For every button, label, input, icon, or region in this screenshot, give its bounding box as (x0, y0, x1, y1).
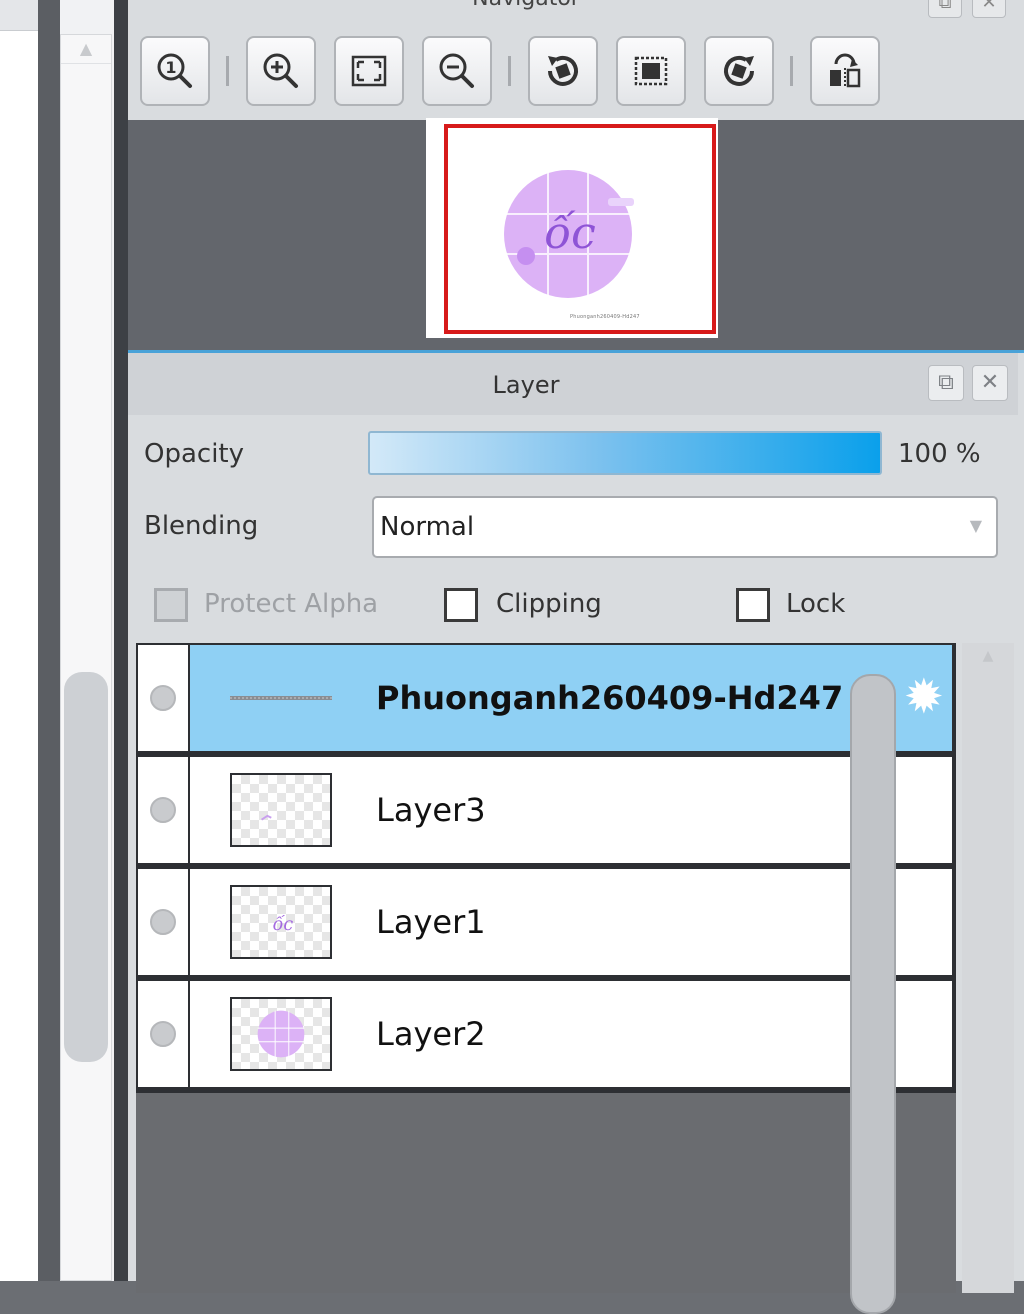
layer-visibility-toggle[interactable] (138, 981, 190, 1087)
layer-thumbnail: ốc (230, 885, 332, 959)
zoom-out-icon (439, 53, 474, 88)
clipping-label: Clipping (496, 589, 602, 619)
scroll-up-arrow-icon[interactable]: ▲ (962, 643, 1014, 669)
layer-row-body[interactable]: Phuonganh260409-Hd247 ✹ (190, 645, 952, 751)
flip-horizontal-icon (830, 53, 861, 88)
zoom-out-button[interactable] (422, 36, 492, 106)
layer-popout-button[interactable]: ⧉ (928, 365, 964, 401)
layer-visibility-toggle[interactable] (138, 757, 190, 863)
zoom-actual-size-button[interactable]: 1 (140, 36, 210, 106)
svg-text:1: 1 (165, 58, 176, 77)
layer-panel-title: Layer (492, 371, 560, 399)
layer-close-button[interactable]: ✕ (972, 365, 1008, 401)
reset-view-icon (634, 56, 668, 86)
blending-label: Blending (144, 511, 259, 541)
navigator-popout-button[interactable]: ⧉ (928, 0, 962, 18)
visibility-dot-icon (150, 1021, 176, 1047)
clipping-checkbox[interactable] (444, 588, 478, 622)
fit-window-icon (351, 55, 387, 87)
svg-text:ốc: ốc (273, 915, 294, 935)
left-scrollbar-thumb[interactable] (64, 672, 108, 1062)
lock-label: Lock (786, 589, 846, 619)
layer2-thumbnail-art (257, 1010, 305, 1058)
layer-row-layer3[interactable]: Layer3 (136, 755, 954, 865)
navigator-title: Navigator (128, 0, 924, 11)
layer-row-body[interactable]: Layer3 (190, 757, 952, 863)
chevron-down-icon: ▼ (969, 516, 982, 535)
layer1-thumbnail-art: ốc (273, 915, 294, 935)
layer-name: Layer1 (376, 903, 486, 941)
navigator-close-button[interactable]: ✕ (972, 0, 1006, 18)
layer-name: Layer3 (376, 791, 486, 829)
zoom-one-icon: 1 (157, 53, 192, 88)
opacity-value: 100 % (898, 439, 981, 469)
rotate-right-button[interactable] (704, 36, 774, 106)
blending-selected-value: Normal (380, 512, 475, 542)
gear-icon[interactable]: ✹ (904, 673, 944, 721)
flip-horizontal-button[interactable] (810, 36, 880, 106)
visibility-dot-icon (150, 685, 176, 711)
layer-row-phuonganh[interactable]: Phuonganh260409-Hd247 ✹ (136, 643, 954, 753)
toolbar-separator (790, 56, 793, 86)
text-layer-thumbnail (230, 696, 332, 700)
layer-thumbnail (230, 997, 332, 1071)
navigator-view-frame[interactable] (444, 124, 716, 334)
opacity-label: Opacity (144, 439, 245, 469)
layer-row-body[interactable]: Layer2 (190, 981, 952, 1087)
layer-row-body[interactable]: ốc Layer1 (190, 869, 952, 975)
left-panel (0, 0, 118, 1281)
layer3-thumbnail-art (261, 814, 272, 821)
visibility-dot-icon (150, 909, 176, 935)
protect-alpha-label: Protect Alpha (204, 589, 379, 619)
layer-row-layer1[interactable]: ốc Layer1 (136, 867, 954, 977)
zoom-in-button[interactable] (246, 36, 316, 106)
visibility-dot-icon (150, 797, 176, 823)
layer-visibility-toggle[interactable] (138, 645, 190, 751)
layer-panel-header: Layer ⧉ ✕ (128, 353, 1018, 415)
layer-thumbnail (230, 773, 332, 847)
scroll-up-arrow-icon[interactable]: ▲ (61, 35, 111, 64)
layers-scrollbar-thumb[interactable] (850, 674, 896, 1314)
opacity-slider-fill (370, 433, 880, 473)
lock-checkbox[interactable] (736, 588, 770, 622)
rotate-left-icon (548, 56, 578, 86)
zoom-in-icon (263, 53, 298, 88)
toolbar-separator (508, 56, 511, 86)
toolbar-separator (226, 56, 229, 86)
rotate-right-icon (724, 56, 754, 86)
layers-list: Phuonganh260409-Hd247 ✹ Layer3 ốc Layer1 (136, 643, 956, 1093)
navigator-header: Navigator ⧉ ✕ 1 (128, 0, 1024, 120)
opacity-slider[interactable] (368, 431, 882, 475)
layers-scrollbar[interactable]: ▲ (962, 643, 1014, 1293)
layers-list-empty-area (136, 1093, 956, 1293)
layer-visibility-toggle[interactable] (138, 869, 190, 975)
panel-divider[interactable] (114, 0, 128, 1281)
fit-window-button[interactable] (334, 36, 404, 106)
protect-alpha-checkbox[interactable] (154, 588, 188, 622)
layer-name: Layer2 (376, 1015, 486, 1053)
blending-dropdown[interactable]: Normal ▼ (372, 496, 998, 558)
rotate-left-button[interactable] (528, 36, 598, 106)
left-scrollbar[interactable]: ▲ (60, 34, 112, 1281)
navigator-panel: Navigator ⧉ ✕ 1 (128, 0, 1024, 350)
reset-rotation-button[interactable] (616, 36, 686, 106)
layer-row-layer2[interactable]: Layer2 (136, 979, 954, 1089)
layer-name: Phuonganh260409-Hd247 (376, 679, 844, 717)
